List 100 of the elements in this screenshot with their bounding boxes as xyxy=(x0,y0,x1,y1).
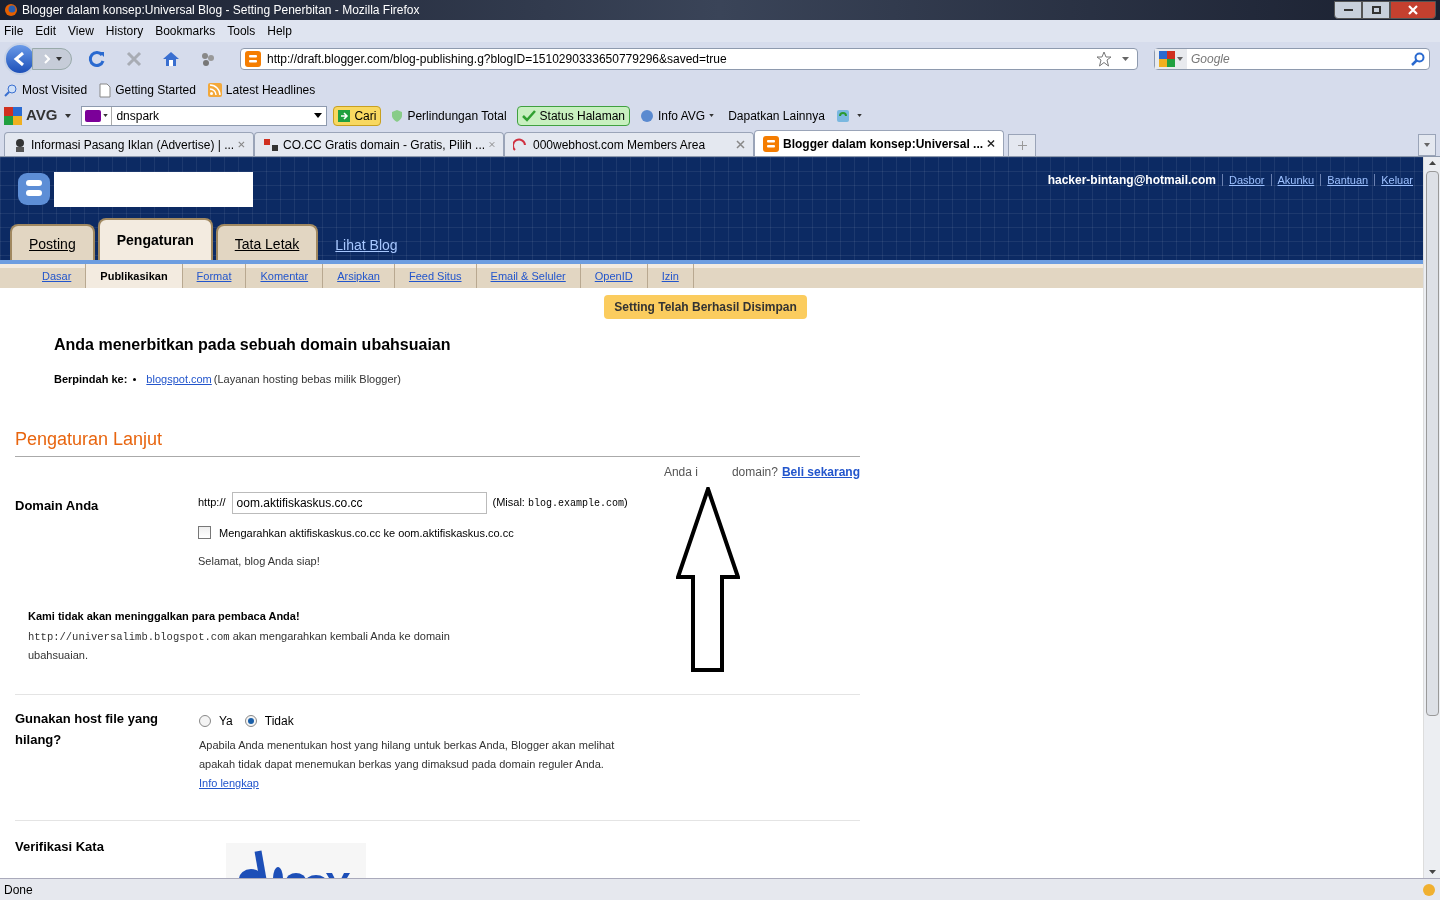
checkbox-label: Mengarahkan aktifiskaskus.co.cc ke oom.aktifiskaskus.co.cc xyxy=(219,525,514,541)
dropdown-caret-icon[interactable] xyxy=(65,113,72,118)
menu-item[interactable]: Bookmarks xyxy=(155,22,216,40)
sub-tab[interactable]: Publikasikan xyxy=(86,264,183,288)
sub-tab[interactable]: Email & Seluler xyxy=(476,264,581,288)
browser-tab[interactable]: CO.CC Gratis domain - Gratis, Pilih ... xyxy=(254,132,504,156)
search-button[interactable]: Cari xyxy=(333,105,382,126)
recycle-icon[interactable] xyxy=(834,107,851,124)
sub-tab[interactable]: Komentar xyxy=(246,264,324,288)
example-domain: blog.example.com xyxy=(528,498,624,509)
toolbar-search-field[interactable]: dnspark xyxy=(81,105,328,126)
address-bar[interactable]: http://draft.blogger.com/blog-publishing.g?blogID=1510290333650779296&saved=true xyxy=(240,48,1138,70)
bookmark-item[interactable]: Getting Started xyxy=(99,81,196,99)
menu-item[interactable]: History xyxy=(105,22,144,40)
toolbar-button[interactable]: Dapatkan Lainnya xyxy=(724,105,829,126)
close-icon xyxy=(1408,5,1418,15)
header-link[interactable]: Keluar xyxy=(1381,171,1413,189)
search-field[interactable]: Google xyxy=(1154,48,1430,70)
browser-tab[interactable]: Blogger dalam konsep:Universal ... xyxy=(754,130,1004,156)
radio-button[interactable] xyxy=(199,715,211,727)
domain-input[interactable]: oom.aktifiskaskus.co.cc xyxy=(231,491,487,514)
main-tab[interactable]: Pengaturan xyxy=(97,218,213,260)
publish-heading: Anda menerbitkan pada sebuah domain ubahsuaian xyxy=(54,335,452,355)
menu-item[interactable]: Tools xyxy=(227,22,256,40)
plus-icon xyxy=(1017,141,1027,150)
sub-tab[interactable]: OpenID xyxy=(580,264,648,288)
menu-item[interactable]: Edit xyxy=(35,22,57,40)
main-tab[interactable]: Tata Letak xyxy=(215,224,319,260)
bullet-icon xyxy=(133,377,137,381)
buy-text: domain? xyxy=(731,463,778,481)
dropdown-caret-icon xyxy=(103,114,109,117)
maximize-button[interactable] xyxy=(1362,1,1390,19)
window-title: Blogger dalam konsep:Universal Blog - Setting Penerbitan - Mozilla Firefox xyxy=(22,2,420,19)
url-prefix: http:// xyxy=(198,495,226,511)
search-input[interactable]: Google xyxy=(1191,50,1411,68)
toolbar-button[interactable]: Perlindungan Total xyxy=(387,105,511,126)
sub-tab[interactable]: Izin xyxy=(647,264,694,288)
main-tab[interactable]: Posting xyxy=(10,224,95,260)
switch-label: Berpindah ke: xyxy=(54,372,128,387)
radio-button[interactable] xyxy=(244,715,257,727)
buy-link[interactable]: Beli sekarang xyxy=(781,462,860,481)
browser-tab[interactable]: Informasi Pasang Iklan (Advertise) | ... xyxy=(4,132,254,156)
menu-item[interactable]: File xyxy=(4,22,24,40)
search-icon[interactable] xyxy=(1411,52,1425,66)
check-icon xyxy=(521,109,536,122)
header-link[interactable]: Dasbor xyxy=(1229,171,1265,189)
scrollbar[interactable] xyxy=(1423,157,1440,878)
avg-logo: AVG xyxy=(26,105,58,126)
feed-icon xyxy=(207,83,222,97)
star-icon[interactable] xyxy=(1096,51,1112,67)
shield-icon xyxy=(391,108,404,123)
status-button[interactable]: Status Halaman xyxy=(516,105,630,126)
field-label: Verifikasi Kata xyxy=(15,838,105,856)
avg-logo-icon xyxy=(4,106,22,125)
close-tab-icon[interactable] xyxy=(987,139,995,148)
info-link[interactable]: Info lengkap xyxy=(199,777,259,789)
figure-icon xyxy=(13,137,27,152)
example-label: (Misal: xyxy=(492,496,526,508)
scroll-down-icon xyxy=(1428,870,1436,874)
field-label: Gunakan host file yang hilang? xyxy=(15,710,160,749)
menu-item[interactable]: View xyxy=(68,22,94,40)
dropdown-caret-icon[interactable] xyxy=(314,113,323,118)
bookmark-item[interactable]: Latest Headlines xyxy=(207,81,316,99)
swirl-icon xyxy=(513,137,527,152)
readers-text: http://universalimb.blogspot.com akan mengarahkan kembali Anda ke domain ubahsuaian. xyxy=(28,629,451,663)
status-text: Done xyxy=(4,881,33,899)
toolbar-search-input[interactable]: dnspark xyxy=(112,106,315,125)
sub-tab[interactable]: Arsipkan xyxy=(323,264,395,288)
circles-icon[interactable] xyxy=(200,51,216,67)
success-notice: Setting Telah Berhasil Disimpan xyxy=(604,295,807,319)
reload-icon[interactable] xyxy=(88,50,106,68)
toolbar-button[interactable]: Info AVG xyxy=(636,105,719,126)
dropdown-caret-icon xyxy=(1177,57,1183,61)
dropdown-caret-icon xyxy=(1424,143,1430,147)
tab-list-button[interactable] xyxy=(1418,134,1436,156)
help-text: Apabila Anda menentukan host yang hilang untuk berkas Anda, Blogger akan melihat apakah tidak dapat menemukan berkas yang dimaksud pada domain reguler Anda. Info lengkap xyxy=(199,738,616,791)
header-link[interactable]: Akunku xyxy=(1277,171,1315,189)
redirect-checkbox[interactable] xyxy=(198,526,211,540)
sub-tab[interactable]: Feed Situs xyxy=(394,264,477,288)
readers-heading: Kami tidak akan meninggalkan para pembaca Anda! xyxy=(28,608,301,624)
scroll-up-icon xyxy=(1428,161,1436,165)
bookmark-item[interactable]: Most Visited xyxy=(4,81,88,99)
dropdown-caret-icon[interactable] xyxy=(856,114,862,117)
section-heading: Pengaturan Lanjut xyxy=(15,427,164,451)
browser-tab[interactable]: 000webhost.com Members Area xyxy=(504,132,754,156)
yahoo-icon xyxy=(85,109,102,122)
home-icon[interactable] xyxy=(162,50,180,68)
minimize-button[interactable] xyxy=(1334,1,1362,19)
menu-item[interactable]: Help xyxy=(267,22,292,40)
close-button[interactable] xyxy=(1390,1,1436,19)
sub-tab[interactable]: Format xyxy=(182,264,247,288)
view-blog-link[interactable]: Lihat Blog xyxy=(335,235,398,260)
smiley-icon xyxy=(1422,882,1436,897)
header-link[interactable]: Bantuan xyxy=(1327,171,1369,189)
switch-note: (Layanan hosting bebas milik Blogger) xyxy=(213,372,401,387)
page-icon xyxy=(99,82,112,98)
url-text: http://draft.blogger.com/blog-publishing.g?blogID=1510290333650779296&saved=true xyxy=(267,51,727,68)
new-tab-button[interactable] xyxy=(1008,134,1036,156)
blogspot-link[interactable]: blogspot.com xyxy=(146,371,212,388)
blogger-favicon-icon xyxy=(763,135,779,152)
